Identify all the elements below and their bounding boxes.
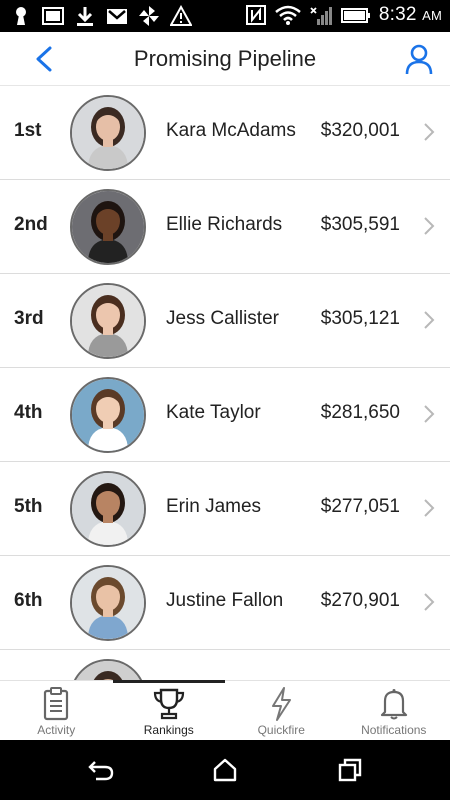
pipeline-amount: $305,121 [320, 308, 400, 329]
recents-nav-icon[interactable] [337, 758, 363, 782]
notification-icons [10, 5, 192, 27]
leaderboard-row[interactable]: 3rd Jess Callister $305,121 [0, 274, 450, 368]
tab-rankings[interactable]: Rankings [112, 680, 226, 740]
avatar-portrait [72, 379, 144, 451]
avatar [70, 565, 146, 641]
leaderboard-row[interactable] [0, 650, 450, 680]
avatar-portrait [72, 661, 144, 680]
rank-label: 6th [14, 590, 43, 611]
pipeline-amount: $305,591 [320, 214, 400, 235]
person-name: Jess Callister [166, 308, 279, 329]
leaderboard-row[interactable]: 1st Kara McAdams $320,001 [0, 86, 450, 180]
gmail-icon [107, 9, 127, 24]
tab-notifications[interactable]: Notifications [338, 681, 450, 740]
rank-label: 4th [14, 402, 43, 423]
home-nav-icon[interactable] [212, 758, 238, 782]
avatar [70, 659, 146, 680]
clock-time: 8:32 [378, 4, 417, 25]
chevron-right-icon [424, 499, 435, 517]
chevron-right-icon [424, 405, 435, 423]
image-icon [42, 7, 64, 25]
user-icon[interactable] [404, 42, 434, 76]
leaderboard-row[interactable]: 2nd Ellie Richards $305,591 [0, 180, 450, 274]
pinwheel-icon [139, 6, 159, 26]
avatar [70, 189, 146, 265]
clock-ampm: AM [422, 8, 442, 23]
leaderboard-list: 1st Kara McAdams $320,001 2nd Ellie Richards… [0, 86, 450, 680]
tab-label: Notifications [361, 723, 427, 737]
person-name: Kate Taylor [166, 402, 261, 423]
system-nav-bar [0, 740, 450, 800]
system-icons: 8:32 AM [245, 4, 442, 26]
app-header: Promising Pipeline [0, 32, 450, 86]
tab-quickfire[interactable]: Quickfire [225, 681, 338, 740]
back-nav-icon[interactable] [87, 758, 115, 782]
keyhole-icon [16, 7, 26, 25]
avatar-portrait [72, 285, 144, 357]
tab-label: Activity [37, 723, 76, 737]
avatar-portrait [72, 567, 144, 639]
alert-icon [170, 5, 192, 26]
tab-label: Rankings [143, 723, 194, 737]
pipeline-amount: $281,650 [320, 402, 400, 423]
signal-icon [310, 7, 332, 25]
tab-label: Quickfire [257, 723, 305, 737]
avatar-portrait [72, 97, 144, 169]
wifi-icon [275, 5, 301, 25]
pipeline-amount: $277,051 [320, 496, 400, 517]
battery-icon [340, 8, 370, 23]
page-title: Promising Pipeline [133, 46, 317, 71]
chevron-right-icon [424, 217, 435, 235]
bell-icon [380, 689, 407, 720]
leaderboard-row[interactable]: 4th Kate Taylor $281,650 [0, 368, 450, 462]
nfc-icon [245, 5, 266, 25]
rank-label: 2nd [14, 214, 48, 235]
bottom-tab-bar: Activity Rankings Quickfire Notification… [0, 680, 450, 740]
chevron-right-icon [424, 123, 435, 141]
avatar-portrait [72, 473, 144, 545]
rank-label: 1st [14, 120, 42, 141]
clipboard-icon [44, 687, 69, 721]
download-icon [77, 7, 93, 26]
person-name: Erin James [166, 496, 262, 517]
clock: 8:32 AM [379, 4, 442, 26]
avatar [70, 283, 146, 359]
avatar [70, 471, 146, 547]
rank-label: 5th [14, 496, 43, 517]
leaderboard-row[interactable]: 5th Erin James $277,051 [0, 462, 450, 556]
chevron-right-icon [424, 311, 435, 329]
pipeline-amount: $270,901 [320, 590, 400, 611]
tab-activity[interactable]: Activity [0, 681, 113, 740]
leaderboard-row[interactable]: 6th Justine Fallon $270,901 [0, 556, 450, 650]
avatar [70, 95, 146, 171]
trophy-icon [153, 688, 184, 720]
person-name: Ellie Richards [166, 214, 283, 235]
avatar-portrait [72, 191, 144, 263]
rank-label: 3rd [14, 308, 44, 329]
person-name: Justine Fallon [166, 590, 284, 611]
avatar [70, 377, 146, 453]
lightning-icon [272, 687, 292, 721]
pipeline-amount: $320,001 [320, 120, 400, 141]
chevron-right-icon [424, 593, 435, 611]
person-name: Kara McAdams [166, 120, 296, 141]
status-bar: 8:32 AM [0, 0, 450, 32]
